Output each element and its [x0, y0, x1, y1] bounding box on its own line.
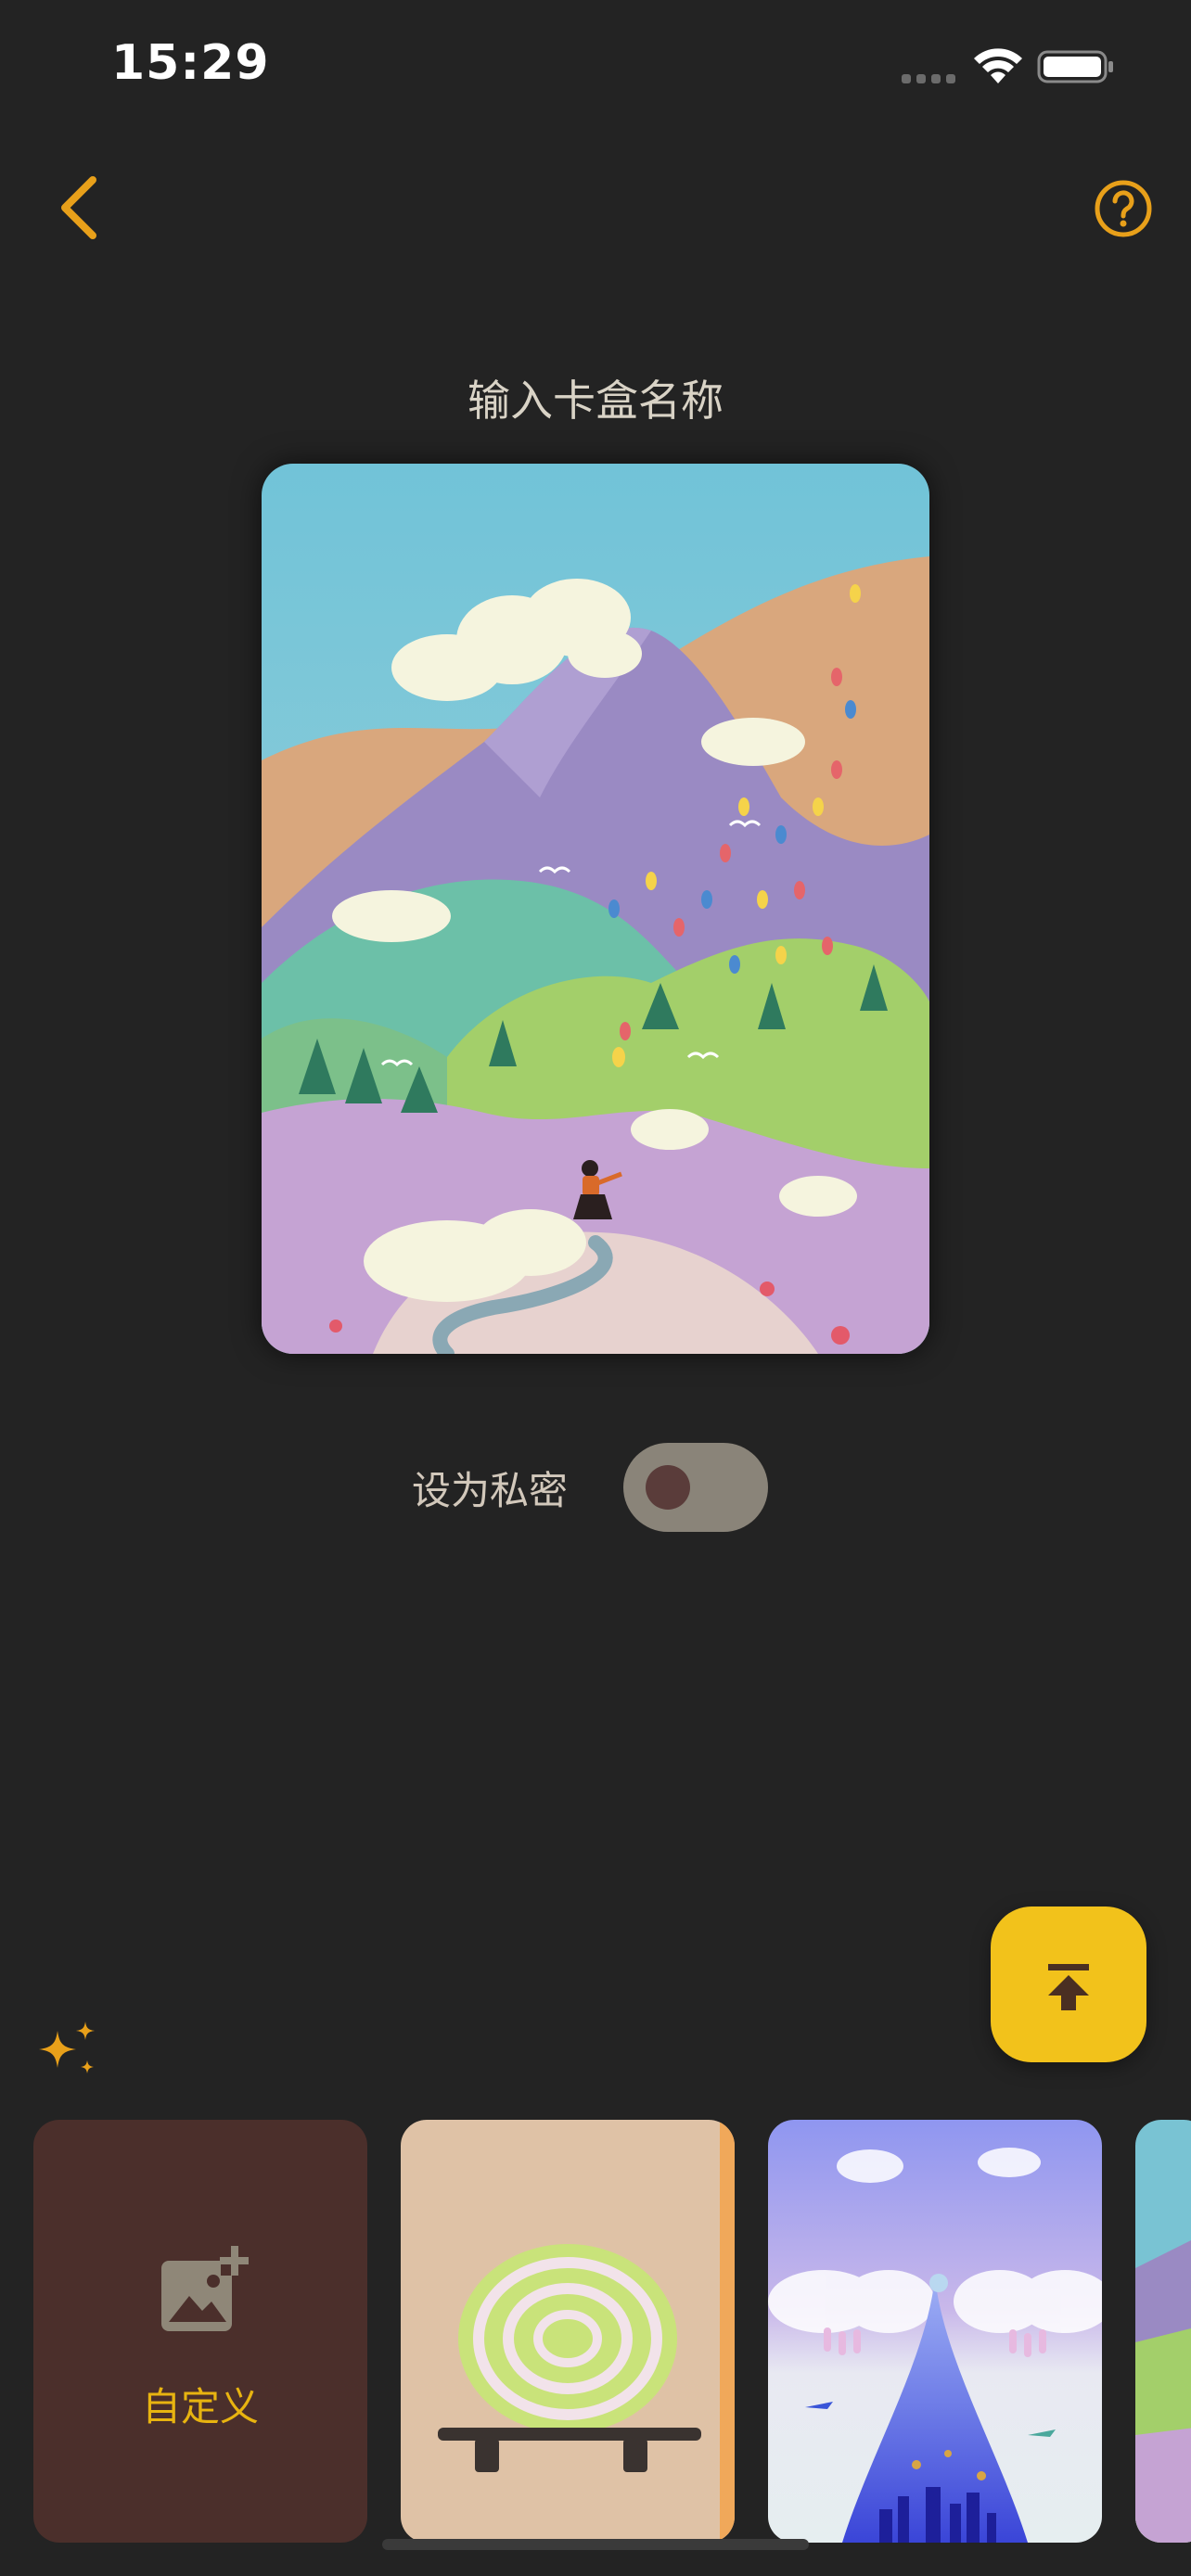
- deck-cover-image[interactable]: [262, 464, 929, 1354]
- deck-name-input[interactable]: 输入卡盒名称: [0, 367, 1191, 428]
- help-icon[interactable]: [1093, 178, 1154, 239]
- custom-cover-card[interactable]: 自定义: [33, 2120, 367, 2543]
- wifi-icon: [974, 48, 1022, 83]
- roll-cake-illustration: [401, 2120, 735, 2543]
- upload-icon: [1048, 1964, 1089, 2010]
- cover-option-sky[interactable]: [768, 2120, 1102, 2543]
- toggle-knob: [646, 1465, 690, 1510]
- sparkle-icon[interactable]: [35, 2018, 102, 2085]
- private-toggle[interactable]: [623, 1443, 768, 1532]
- cellular-signal-icon: [902, 72, 957, 83]
- upload-button[interactable]: [991, 1906, 1146, 2062]
- battery-icon: [1037, 50, 1113, 83]
- private-label: 设为私密: [412, 1468, 569, 1513]
- mountain-illustration: [262, 464, 929, 1354]
- sky-city-illustration: [768, 2120, 1102, 2543]
- back-button[interactable]: [48, 172, 109, 243]
- custom-label: 自定义: [141, 2384, 259, 2429]
- status-time: 15:29: [111, 35, 270, 91]
- cover-option-roll[interactable]: [401, 2120, 735, 2543]
- cover-option-partial[interactable]: [1135, 2120, 1191, 2543]
- add-image-icon: [161, 2244, 249, 2331]
- home-indicator: [382, 2539, 809, 2550]
- mountain-thumbnail: [1135, 2120, 1191, 2543]
